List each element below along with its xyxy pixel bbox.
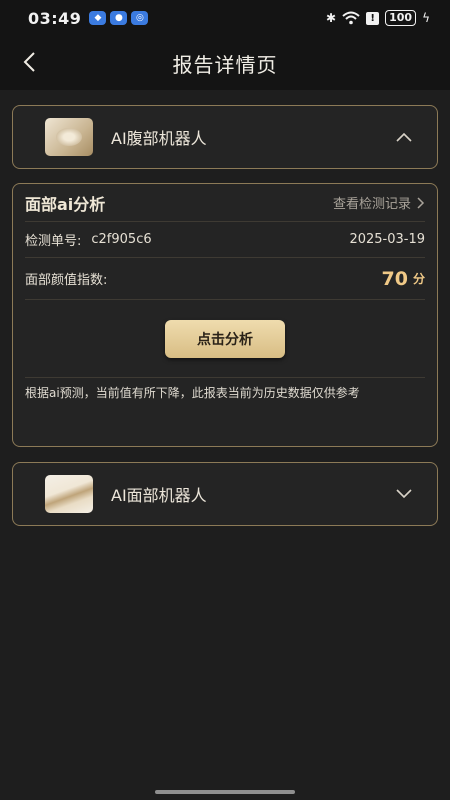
analysis-title: 面部ai分析 xyxy=(25,194,106,214)
analysis-header-row: 面部ai分析 查看检测记录 xyxy=(25,184,425,222)
chevron-up-icon xyxy=(396,132,412,142)
chevron-down-icon xyxy=(396,489,412,499)
score-row: 面部颜值指数: 70 分 xyxy=(25,258,425,300)
app-icon-2: ● xyxy=(110,11,128,25)
score-value: 70 xyxy=(381,267,408,290)
robot-name: AI腹部机器人 xyxy=(111,129,207,148)
bluetooth-icon: ✱ xyxy=(326,11,337,25)
robot-image xyxy=(56,128,82,146)
order-row: 检测单号: c2f905c6 2025-03-19 xyxy=(25,222,425,258)
status-time: 03:49 xyxy=(28,8,82,28)
robot-thumbnail xyxy=(45,475,93,513)
app-icon-1: ◆ xyxy=(89,11,107,25)
expand-toggle[interactable] xyxy=(387,479,421,509)
analysis-note: 根据ai预测，当前值有所下降，此报表当前为历史数据仅供参考 xyxy=(25,386,360,400)
report-date: 2025-03-19 xyxy=(349,232,425,247)
score-unit: 分 xyxy=(412,272,425,286)
status-bar: 03:49 ◆ ● ◎ ✱ ! 100 ϟ xyxy=(0,0,450,36)
app-icon-3: ◎ xyxy=(131,11,149,25)
home-indicator[interactable] xyxy=(155,790,295,794)
robot-thumbnail xyxy=(45,118,93,156)
back-button[interactable] xyxy=(14,47,44,77)
wifi-icon xyxy=(342,11,360,25)
page-title: 报告详情页 xyxy=(172,52,278,77)
robot-card-face[interactable]: AI面部机器人 xyxy=(12,462,438,526)
robot-name: AI面部机器人 xyxy=(111,486,207,505)
battery-indicator: 100 xyxy=(385,10,417,26)
view-records-link[interactable]: 查看检测记录 xyxy=(333,193,425,212)
header: 报告详情页 xyxy=(0,36,450,90)
order-label: 检测单号: xyxy=(25,234,82,249)
status-app-icons: ◆ ● ◎ xyxy=(89,11,149,25)
collapse-toggle[interactable] xyxy=(387,122,421,152)
analyze-button-row: 点击分析 xyxy=(25,300,425,378)
analysis-panel: 面部ai分析 查看检测记录 检测单号: c2f905c6 2025-03-19 … xyxy=(12,183,438,447)
robot-card-abdomen[interactable]: AI腹部机器人 xyxy=(12,105,438,169)
alert-icon: ! xyxy=(366,11,380,25)
analyze-button[interactable]: 点击分析 xyxy=(165,319,285,358)
status-indicators: ✱ ! 100 ϟ xyxy=(326,10,430,26)
view-records-label: 查看检测记录 xyxy=(332,197,411,212)
chevron-right-icon xyxy=(417,196,425,209)
charging-icon: ϟ xyxy=(422,11,430,25)
chevron-left-icon xyxy=(23,52,35,72)
score-label: 面部颜值指数: xyxy=(25,273,108,288)
order-number: c2f905c6 xyxy=(91,232,152,247)
